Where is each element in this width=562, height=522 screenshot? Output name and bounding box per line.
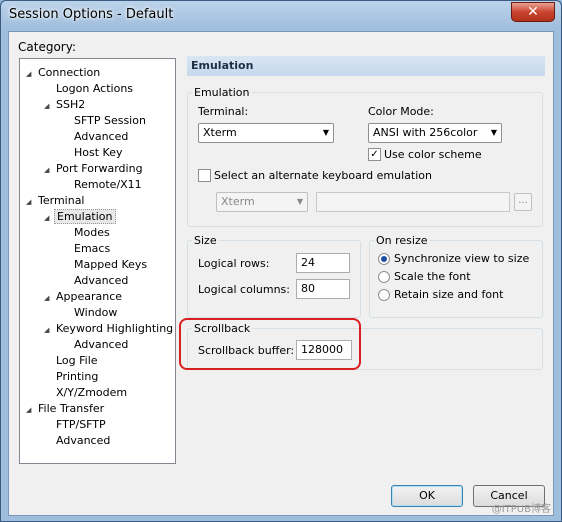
emulation-group-title: Emulation bbox=[192, 86, 252, 99]
tree-item-label: Advanced bbox=[74, 274, 129, 287]
ok-button[interactable]: OK bbox=[391, 485, 463, 507]
tree-item-appearance[interactable]: ◢ Appearance bbox=[44, 289, 124, 305]
tree-item-x-y-zmodem[interactable]: X/Y/Zmodem bbox=[44, 385, 129, 401]
emulation-group: Emulation Terminal: Xterm ▼ Color Mode: A… bbox=[187, 86, 543, 227]
tree-item-label: Window bbox=[74, 306, 118, 319]
tree-item-label: X/Y/Zmodem bbox=[56, 386, 128, 399]
tree-item-port-forwarding[interactable]: ◢ Port Forwarding bbox=[44, 161, 145, 177]
tree-item-emacs[interactable]: Emacs bbox=[62, 241, 112, 257]
on-resize-radio[interactable] bbox=[378, 253, 390, 265]
on-resize-group-title: On resize bbox=[374, 234, 430, 247]
tree-item-window[interactable]: Window bbox=[62, 305, 119, 321]
collapse-triangle-icon[interactable]: ◢ bbox=[26, 66, 36, 82]
use-color-scheme-label: Use color scheme bbox=[384, 148, 482, 161]
tree-item-connection[interactable]: ◢ Connection bbox=[26, 65, 102, 81]
tree-item-label: SFTP Session bbox=[74, 114, 146, 127]
watermark: @ITPUB博客 bbox=[491, 504, 551, 515]
alt-keyboard-checkbox[interactable] bbox=[198, 169, 211, 182]
tree-item-log-file[interactable]: Log File bbox=[44, 353, 100, 369]
tree-item-label: Advanced bbox=[74, 130, 129, 143]
terminal-select[interactable]: Xterm ▼ bbox=[198, 123, 334, 143]
tree-item-label: Log File bbox=[56, 354, 98, 367]
tree-item-label: Advanced bbox=[56, 434, 111, 447]
tree-item-label: Port Forwarding bbox=[56, 162, 143, 175]
tree-item-mapped-keys[interactable]: Mapped Keys bbox=[62, 257, 149, 273]
tree-item-label: Logon Actions bbox=[56, 82, 134, 95]
category-tree[interactable]: ◢ Connection Logon Actions ◢ SSH2 SFTP Sessio… bbox=[19, 58, 176, 464]
tree-item-label: Printing bbox=[56, 370, 99, 383]
on-resize-option-label: Synchronize view to size bbox=[394, 252, 530, 265]
tree-item-advanced[interactable]: Advanced bbox=[44, 433, 112, 449]
tree-item-ftp-sftp[interactable]: FTP/SFTP bbox=[44, 417, 108, 433]
browse-button[interactable]: ... bbox=[514, 193, 532, 211]
chevron-down-icon: ▼ bbox=[490, 128, 497, 137]
logical-rows-label: Logical rows: bbox=[198, 257, 270, 270]
color-mode-label: Color Mode: bbox=[368, 105, 434, 118]
tree-item-label: Advanced bbox=[74, 338, 129, 351]
checkmark-icon: ✓ bbox=[370, 149, 379, 160]
tree-item-label: Mapped Keys bbox=[74, 258, 148, 271]
tree-item-label: Emacs bbox=[74, 242, 111, 255]
on-resize-radio[interactable] bbox=[378, 289, 390, 301]
tree-item-advanced[interactable]: Advanced bbox=[62, 337, 130, 353]
collapse-triangle-icon[interactable]: ◢ bbox=[26, 402, 36, 418]
tree-item-label: Modes bbox=[74, 226, 110, 239]
logical-rows-field[interactable]: 24 bbox=[296, 253, 350, 273]
tree-item-label: File Transfer bbox=[38, 402, 105, 415]
tree-item-modes[interactable]: Modes bbox=[62, 225, 112, 241]
on-resize-radio[interactable] bbox=[378, 271, 390, 283]
alt-keyboard-label: Select an alternate keyboard emulation bbox=[214, 169, 432, 182]
size-group: Size Logical rows: 24 Logical columns: 8… bbox=[187, 234, 361, 318]
tree-item-logon-actions[interactable]: Logon Actions bbox=[44, 81, 135, 97]
close-button[interactable]: ✕ bbox=[511, 2, 555, 22]
close-icon: ✕ bbox=[527, 4, 539, 20]
window-title: Session Options - Default bbox=[9, 7, 174, 22]
use-color-scheme-checkbox[interactable]: ✓ bbox=[368, 148, 381, 161]
tree-item-remote-x11[interactable]: Remote/X11 bbox=[62, 177, 144, 193]
dialog-client-area: Category: ◢ Connection Logon Actions ◢ SSH2 S… bbox=[8, 31, 554, 516]
on-resize-option-label: Scale the font bbox=[394, 270, 471, 283]
category-label: Category: bbox=[18, 40, 76, 54]
tree-item-file-transfer[interactable]: ◢ File Transfer bbox=[26, 401, 106, 417]
tree-item-emulation[interactable]: ◢ Emulation bbox=[44, 209, 116, 225]
on-resize-option-label: Retain size and font bbox=[394, 288, 504, 301]
tree-item-label: FTP/SFTP bbox=[56, 418, 106, 431]
alt-keyboard-path-field[interactable] bbox=[316, 192, 510, 212]
tree-item-label: SSH2 bbox=[56, 98, 86, 111]
tree-item-keyword-highlighting[interactable]: ◢ Keyword Highlighting bbox=[44, 321, 175, 337]
tree-item-printing[interactable]: Printing bbox=[44, 369, 100, 385]
tree-item-label: Keyword Highlighting bbox=[56, 322, 174, 335]
chevron-down-icon: ▼ bbox=[322, 128, 329, 137]
tree-item-host-key[interactable]: Host Key bbox=[62, 145, 125, 161]
collapse-triangle-icon[interactable]: ◢ bbox=[26, 194, 36, 210]
collapse-triangle-icon[interactable]: ◢ bbox=[44, 290, 54, 306]
tree-item-label: Appearance bbox=[56, 290, 123, 303]
tree-item-label: Terminal bbox=[38, 194, 85, 207]
tree-item-label: Connection bbox=[38, 66, 101, 79]
tree-item-label: Remote/X11 bbox=[74, 178, 142, 191]
highlight-annotation bbox=[179, 318, 361, 370]
tree-item-advanced[interactable]: Advanced bbox=[62, 129, 130, 145]
logical-columns-field[interactable]: 80 bbox=[296, 279, 350, 299]
collapse-triangle-icon[interactable]: ◢ bbox=[44, 98, 54, 114]
on-resize-group: On resize Synchronize view to size Scale … bbox=[369, 234, 543, 318]
collapse-triangle-icon[interactable]: ◢ bbox=[44, 162, 54, 178]
tree-item-label: Emulation bbox=[54, 209, 116, 224]
size-group-title: Size bbox=[192, 234, 219, 247]
tree-item-terminal[interactable]: ◢ Terminal bbox=[26, 193, 87, 209]
logical-columns-label: Logical columns: bbox=[198, 283, 290, 296]
tree-item-advanced[interactable]: Advanced bbox=[62, 273, 130, 289]
title-bar[interactable]: Session Options - Default ✕ bbox=[1, 1, 561, 31]
tree-item-label: Host Key bbox=[74, 146, 123, 159]
session-options-window: Session Options - Default ✕ Category: ◢ C… bbox=[0, 0, 562, 522]
alt-keyboard-select[interactable]: Xterm ▼ bbox=[216, 192, 308, 212]
tree-item-ssh2[interactable]: ◢ SSH2 bbox=[44, 97, 87, 113]
panel-header: Emulation bbox=[187, 56, 545, 76]
collapse-triangle-icon[interactable]: ◢ bbox=[44, 322, 54, 338]
collapse-triangle-icon[interactable]: ◢ bbox=[44, 210, 54, 226]
color-mode-select[interactable]: ANSI with 256color ▼ bbox=[368, 123, 502, 143]
terminal-label: Terminal: bbox=[198, 105, 249, 118]
tree-item-sftp-session[interactable]: SFTP Session bbox=[62, 113, 148, 129]
chevron-down-icon: ▼ bbox=[296, 197, 303, 206]
